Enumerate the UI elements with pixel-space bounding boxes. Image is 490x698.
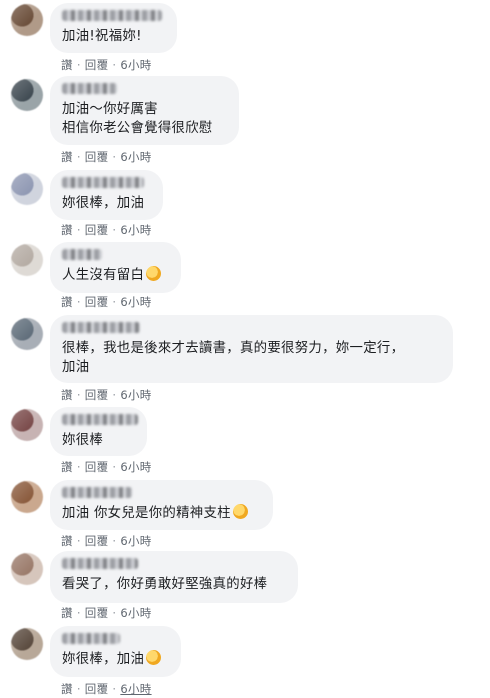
avatar[interactable] — [11, 79, 43, 111]
timestamp-link[interactable]: 6小時 — [120, 533, 151, 549]
avatar[interactable] — [11, 4, 43, 36]
timestamp-link[interactable]: 6小時 — [120, 459, 151, 475]
reply-link[interactable]: 回覆 — [85, 681, 109, 697]
author-name[interactable] — [62, 322, 140, 333]
author-name[interactable] — [62, 83, 117, 94]
comment-text: 加油～你好厲害 相信你老公會覺得很欣慰 — [62, 102, 213, 136]
comment-actions: 讚 · 回覆 · 6小時 — [61, 294, 152, 310]
reply-link[interactable]: 回覆 — [85, 294, 109, 310]
avatar[interactable] — [11, 409, 43, 441]
comment-text: 妳很棒，加油 — [62, 196, 145, 211]
comment-text: 加油 你女兒是你的精神支柱 — [62, 504, 261, 523]
avatar[interactable] — [11, 628, 43, 660]
like-link[interactable]: 讚 — [61, 459, 73, 475]
like-link[interactable]: 讚 — [61, 57, 73, 73]
comment-actions: 讚 · 回覆 · 6小時 — [61, 387, 152, 403]
comment-actions: 讚 · 回覆 · 6小時 — [61, 459, 152, 475]
author-name[interactable] — [62, 177, 144, 188]
reply-link[interactable]: 回覆 — [85, 149, 109, 165]
avatar[interactable] — [11, 173, 43, 205]
reply-link[interactable]: 回覆 — [85, 533, 109, 549]
comment-bubble: 人生沒有留白 — [50, 242, 181, 293]
timestamp-link[interactable]: 6小時 — [120, 681, 151, 697]
comment-text: 看哭了，你好勇敢好堅強真的好棒 — [62, 577, 268, 592]
avatar[interactable] — [11, 481, 43, 513]
comment-text: 人生沒有留白 — [62, 266, 169, 285]
timestamp-link[interactable]: 6小時 — [120, 57, 151, 73]
like-link[interactable]: 讚 — [61, 681, 73, 697]
comment-bubble: 很棒，我也是後來才去讀書，真的要很努力，妳一定行， 加油 — [50, 315, 453, 383]
comment-bubble: 妳很棒，加油 — [50, 626, 181, 677]
clapping-hands-icon — [146, 266, 162, 281]
timestamp-link[interactable]: 6小時 — [120, 149, 151, 165]
comment-text: 妳很棒，加油 — [62, 650, 169, 669]
author-name[interactable] — [62, 558, 138, 569]
author-name[interactable] — [62, 633, 120, 644]
comment-actions: 讚 · 回覆 · 6小時 — [61, 681, 152, 697]
reply-link[interactable]: 回覆 — [85, 459, 109, 475]
avatar[interactable] — [11, 553, 43, 585]
comment-bubble: 加油!祝福妳! — [50, 3, 177, 53]
reply-link[interactable]: 回覆 — [85, 222, 109, 238]
author-name[interactable] — [62, 487, 132, 498]
comment-bubble: 加油 你女兒是你的精神支柱 — [50, 480, 273, 530]
avatar[interactable] — [11, 318, 43, 350]
reply-link[interactable]: 回覆 — [85, 605, 109, 621]
comment-bubble: 加油～你好厲害 相信你老公會覺得很欣慰 — [50, 76, 239, 145]
comment-actions: 讚 · 回覆 · 6小時 — [61, 222, 152, 238]
reply-link[interactable]: 回覆 — [85, 387, 109, 403]
timestamp-link[interactable]: 6小時 — [120, 387, 151, 403]
like-link[interactable]: 讚 — [61, 387, 73, 403]
comment-text: 妳很棒 — [62, 433, 104, 448]
like-link[interactable]: 讚 — [61, 222, 73, 238]
timestamp-link[interactable]: 6小時 — [120, 605, 151, 621]
author-name[interactable] — [62, 414, 138, 425]
avatar[interactable] — [11, 244, 43, 276]
comment-actions: 讚 · 回覆 · 6小時 — [61, 533, 152, 549]
like-link[interactable]: 讚 — [61, 149, 73, 165]
timestamp-link[interactable]: 6小時 — [120, 222, 151, 238]
comment-text: 很棒，我也是後來才去讀書，真的要很努力，妳一定行， 加油 — [62, 341, 405, 375]
comment-bubble: 妳很棒 — [50, 407, 147, 456]
comment-bubble: 妳很棒，加油 — [50, 170, 163, 220]
comment-actions: 讚 · 回覆 · 6小時 — [61, 605, 152, 621]
like-link[interactable]: 讚 — [61, 605, 73, 621]
comment-text: 加油!祝福妳! — [62, 29, 142, 44]
comment-bubble: 看哭了，你好勇敢好堅強真的好棒 — [50, 551, 298, 603]
author-name[interactable] — [62, 10, 162, 21]
like-link[interactable]: 讚 — [61, 294, 73, 310]
comment-actions: 讚 · 回覆 · 6小時 — [61, 57, 152, 73]
timestamp-link[interactable]: 6小時 — [120, 294, 151, 310]
like-link[interactable]: 讚 — [61, 533, 73, 549]
flexed-biceps-icon — [232, 504, 248, 519]
reply-link[interactable]: 回覆 — [85, 57, 109, 73]
flexed-biceps-icon — [146, 650, 162, 665]
author-name[interactable] — [62, 249, 102, 260]
comment-actions: 讚 · 回覆 · 6小時 — [61, 149, 152, 165]
